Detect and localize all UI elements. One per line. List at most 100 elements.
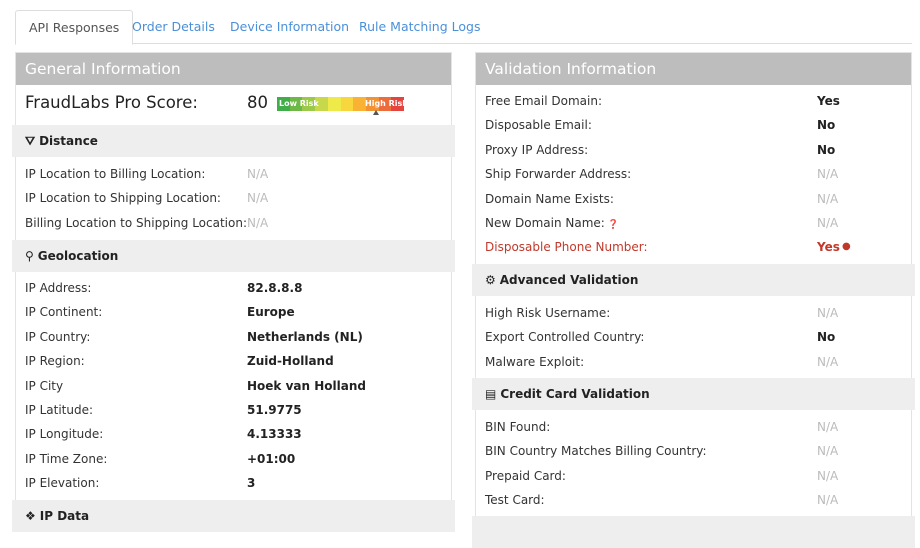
road-icon: ⛛ bbox=[25, 134, 36, 148]
info-row: IP Location to Billing Location: N/A bbox=[25, 164, 451, 184]
row-value: N/A bbox=[247, 167, 269, 181]
row-label: Prepaid Card: bbox=[485, 468, 566, 483]
info-row: High Risk Username: N/A bbox=[485, 303, 911, 323]
tab-device-information[interactable]: Device Information bbox=[217, 10, 362, 44]
score-label: FraudLabs Pro Score: bbox=[25, 93, 198, 112]
row-label: Disposable Email: bbox=[485, 118, 592, 133]
info-row: IP Continent: Europe bbox=[25, 302, 451, 322]
row-value: Hoek van Holland bbox=[247, 378, 366, 393]
tab-rule-matching-logs[interactable]: Rule Matching Logs bbox=[346, 10, 493, 44]
row-label: Free Email Domain: bbox=[485, 94, 602, 108]
info-row: IP Longitude: 4.13333 bbox=[25, 424, 451, 444]
row-label: High Risk Username: bbox=[485, 306, 611, 320]
tab-api-responses[interactable]: API Responses bbox=[15, 10, 134, 45]
info-row: Test Card: N/A bbox=[485, 490, 911, 510]
row-value: N/A bbox=[247, 215, 269, 230]
section-credit-card-validation: ▤ Credit Card Validation bbox=[472, 378, 915, 410]
row-label: IP Location to Billing Location: bbox=[25, 167, 206, 181]
row-value: N/A bbox=[817, 191, 839, 206]
row-label: IP Time Zone: bbox=[25, 451, 108, 466]
help-icon[interactable]: ❓ bbox=[605, 220, 619, 230]
section-geolocation: ⚲ Geolocation bbox=[12, 240, 455, 272]
row-value: 51.9775 bbox=[247, 403, 302, 417]
cogs-icon: ⚙ bbox=[485, 273, 496, 287]
row-value: +01:00 bbox=[247, 451, 296, 466]
info-row: Billing Location to Shipping Location: N/… bbox=[25, 213, 451, 233]
row-value: N/A bbox=[817, 468, 839, 483]
gauge-segment bbox=[340, 97, 354, 111]
section-next bbox=[472, 516, 915, 548]
map-marker-icon: ⚲ bbox=[25, 249, 34, 263]
row-value: N/A bbox=[817, 444, 839, 459]
row-label: Ship Forwarder Address: bbox=[485, 167, 632, 182]
row-label: BIN Found: bbox=[485, 420, 551, 434]
tab-bar: API Responses Order Details Device Infor… bbox=[15, 10, 912, 45]
info-row: IP Country: Netherlands (NL) bbox=[25, 327, 451, 347]
gauge-high-label: High Risk bbox=[365, 99, 408, 108]
row-value: 82.8.8.8 bbox=[247, 281, 303, 295]
row-value: 3 bbox=[247, 476, 256, 491]
row-label: Domain Name Exists: bbox=[485, 191, 614, 206]
info-row: IP Location to Shipping Location: N/A bbox=[25, 188, 451, 208]
row-value: N/A bbox=[247, 191, 269, 206]
row-label: Billing Location to Shipping Location: bbox=[25, 215, 247, 230]
row-label: Proxy IP Address: bbox=[485, 142, 589, 157]
gauge-pointer-icon bbox=[373, 110, 379, 115]
row-label: Export Controlled Country: bbox=[485, 330, 645, 345]
info-row: IP City Hoek van Holland bbox=[25, 376, 451, 396]
info-row: IP Elevation: 3 bbox=[25, 473, 451, 493]
alert-icon: ● bbox=[842, 241, 851, 253]
row-label: IP Latitude: bbox=[25, 403, 94, 417]
info-row: Ship Forwarder Address: N/A bbox=[485, 164, 911, 184]
row-label: IP Address: bbox=[25, 281, 92, 295]
row-label: IP City bbox=[25, 378, 64, 393]
info-row: Prepaid Card: N/A bbox=[485, 466, 911, 486]
row-value: N/A bbox=[817, 354, 839, 369]
row-label: Malware Exploit: bbox=[485, 354, 585, 369]
row-label: IP Continent: bbox=[25, 305, 103, 320]
row-label: Disposable Phone Number: bbox=[485, 240, 648, 255]
validation-information-panel: Validation Information Free Email Domain… bbox=[472, 52, 915, 548]
section-advanced-validation: ⚙ Advanced Validation bbox=[472, 264, 915, 296]
info-row: Disposable Phone Number: Yes ● bbox=[485, 237, 911, 257]
row-value: Yes bbox=[817, 240, 840, 255]
row-value: N/A bbox=[817, 216, 839, 230]
info-row: BIN Found: N/A bbox=[485, 417, 911, 437]
row-label: BIN Country Matches Billing Country: bbox=[485, 444, 707, 459]
score-value: 80 bbox=[247, 93, 268, 112]
section-distance: ⛛ Distance bbox=[12, 125, 455, 157]
info-row: New Domain Name: ❓ N/A bbox=[485, 213, 911, 233]
credit-card-icon: ▤ bbox=[485, 387, 497, 401]
info-row: IP Latitude: 51.9775 bbox=[25, 400, 451, 420]
section-title: Advanced Validation bbox=[499, 273, 639, 287]
panel-title: General Information bbox=[16, 53, 451, 85]
info-row: Malware Exploit: N/A bbox=[485, 352, 911, 372]
info-row: Domain Name Exists: N/A bbox=[485, 189, 911, 209]
row-label: IP Longitude: bbox=[25, 427, 104, 442]
row-label: IP Country: bbox=[25, 329, 91, 344]
info-row: Export Controlled Country: No bbox=[485, 327, 911, 347]
section-title: Distance bbox=[39, 134, 98, 148]
section-title: IP Data bbox=[39, 509, 90, 523]
tab-order-details[interactable]: Order Details bbox=[119, 10, 228, 44]
row-value: No bbox=[817, 330, 836, 345]
row-label: Test Card: bbox=[485, 493, 545, 508]
row-value: Europe bbox=[247, 305, 295, 320]
info-row: IP Address: 82.8.8.8 bbox=[25, 278, 451, 298]
info-row: IP Region: Zuid-Holland bbox=[25, 351, 451, 371]
row-value: N/A bbox=[817, 167, 839, 182]
info-row: BIN Country Matches Billing Country: N/A bbox=[485, 441, 911, 461]
cubes-icon: ❖ bbox=[25, 509, 36, 523]
row-label: New Domain Name: bbox=[485, 216, 605, 230]
section-title: Credit Card Validation bbox=[500, 387, 650, 401]
row-label: IP Location to Shipping Location: bbox=[25, 191, 221, 206]
section-ip-data: ❖ IP Data bbox=[12, 500, 455, 532]
row-value: Netherlands (NL) bbox=[247, 329, 363, 344]
row-value: Zuid-Holland bbox=[247, 354, 334, 369]
general-information-panel: General Information FraudLabs Pro Score:… bbox=[12, 52, 455, 532]
section-title: Geolocation bbox=[37, 249, 119, 263]
row-value: No bbox=[817, 142, 836, 157]
row-value: N/A bbox=[817, 420, 839, 434]
info-row: IP Time Zone: +01:00 bbox=[25, 449, 451, 469]
gauge-segment bbox=[327, 97, 341, 111]
